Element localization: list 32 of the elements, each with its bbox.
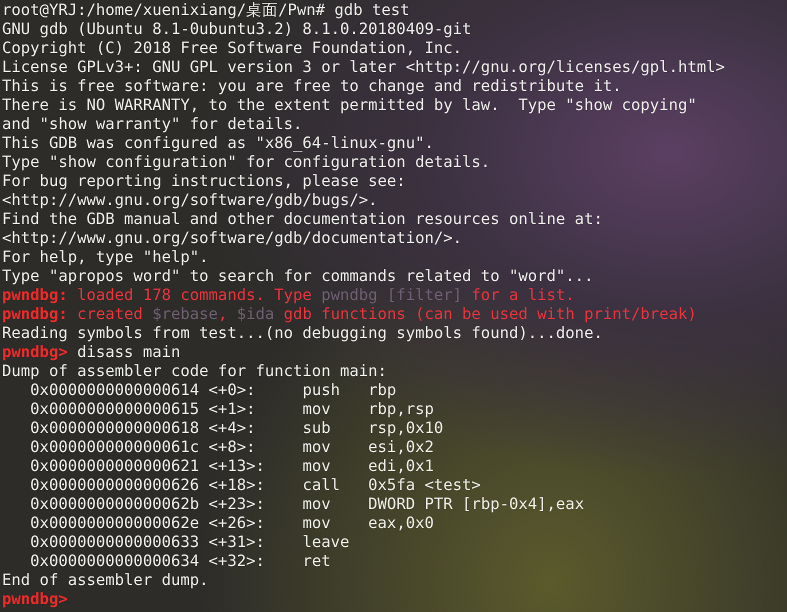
terminal-line: 0x0000000000000615 <+1>: mov rbp,rsp — [29, 400, 434, 419]
terminal-line: <http://www.gnu.org/software/gdb/bugs/>. — [2, 191, 378, 210]
terminal-line: Dump of assembler code for function main: — [2, 362, 387, 381]
terminal-line: Type "apropos word" to search for commands related to "word"... — [2, 267, 594, 286]
terminal-line: Find the GDB manual and other documentation resources online at: — [2, 210, 603, 229]
terminal-line: 0x0000000000000614 <+0>: push rbp — [29, 381, 396, 400]
terminal-line: Type "show configuration" for configuration details. — [2, 153, 490, 172]
terminal-line: 0x000000000000061c <+8>: mov esi,0x2 — [29, 438, 434, 457]
terminal-line: This is free software: you are free to change and redistribute it. — [2, 77, 622, 96]
terminal-line: 0x0000000000000621 <+13>: mov edi,0x1 — [29, 457, 434, 476]
terminal-line: pwndbg> — [2, 590, 68, 609]
terminal-line: 0x000000000000062b <+23>: mov DWORD PTR [rbp-0x4],eax — [29, 495, 584, 514]
terminal-line: 0x0000000000000626 <+18>: call 0x5fa <test> — [29, 476, 481, 495]
terminal-line: Reading symbols from test...(no debugging symbols found)...done. — [2, 324, 603, 343]
terminal-line: 0x0000000000000634 <+32>: ret — [29, 552, 331, 571]
terminal-line: pwndbg> disass main — [2, 343, 180, 362]
terminal-line: pwndbg: loaded 178 commands. Type pwndbg [filter] for a list. — [2, 286, 575, 305]
terminal-line: For bug reporting instructions, please see: — [2, 172, 406, 191]
terminal-line: GNU gdb (Ubuntu 8.1-0ubuntu3.2) 8.1.0.20180409-git — [2, 20, 472, 39]
terminal-line: For help, type "help". — [2, 248, 209, 267]
terminal-line: root@YRJ:/home/xuenixiang/桌面/Pwn# gdb test — [2, 1, 410, 20]
terminal-line: 0x0000000000000633 <+31>: leave — [29, 533, 350, 552]
terminal-line: Copyright (C) 2018 Free Software Foundation, Inc. — [2, 39, 462, 58]
terminal-line: pwndbg: created $rebase, $ida gdb functions (can be used with print/break) — [2, 305, 697, 324]
terminal-line: License GPLv3+: GNU GPL version 3 or later <http://gnu.org/licenses/gpl.html> — [2, 58, 725, 77]
terminal-line: 0x000000000000062e <+26>: mov eax,0x0 — [29, 514, 434, 533]
terminal-line: and "show warranty" for details. — [2, 115, 302, 134]
terminal-line: There is NO WARRANTY, to the extent permitted by law. Type "show copying" — [2, 96, 697, 115]
terminal-line: This GDB was configured as "x86_64-linux-gnu". — [2, 134, 434, 153]
terminal-line: End of assembler dump. — [2, 571, 209, 590]
terminal-line: 0x0000000000000618 <+4>: sub rsp,0x10 — [29, 419, 444, 438]
terminal-line: <http://www.gnu.org/software/gdb/documentation/>. — [2, 229, 462, 248]
